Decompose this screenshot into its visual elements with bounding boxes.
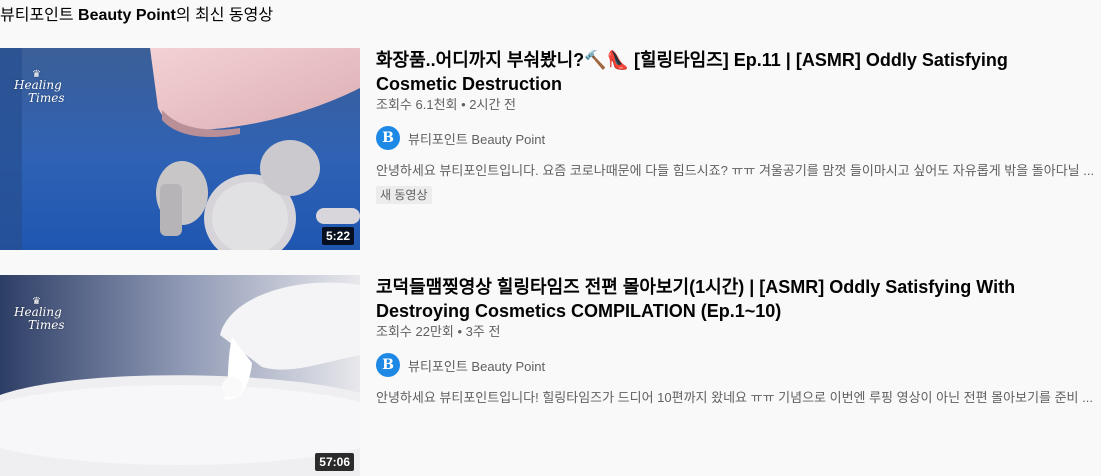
- video-duration: 5:22: [321, 227, 354, 245]
- channel-avatar[interactable]: B: [376, 126, 400, 150]
- video-thumbnail[interactable]: ♛ Healing Times 57:06: [0, 275, 360, 476]
- section-title-prefix: 뷰티포인트: [0, 7, 79, 24]
- new-video-badge: 새 동영상: [376, 186, 432, 204]
- video-duration: 57:06: [315, 453, 354, 471]
- video-meta: 코덕들맴찢영상 힐링타임즈 전편 몰아보기(1시간) | [ASMR] Oddl…: [376, 275, 1101, 407]
- channel-name[interactable]: 뷰티포인트 Beauty Point: [408, 129, 545, 148]
- channel-avatar[interactable]: B: [376, 353, 400, 377]
- channel-name[interactable]: 뷰티포인트 Beauty Point: [408, 356, 545, 375]
- channel-link[interactable]: B 뷰티포인트 Beauty Point: [376, 126, 1101, 150]
- section-title-channel: Beauty Point: [78, 7, 176, 24]
- video-title[interactable]: 코덕들맴찢영상 힐링타임즈 전편 몰아보기(1시간) | [ASMR] Oddl…: [376, 275, 1016, 323]
- video-thumbnail[interactable]: ♛ Healing Times 5:22: [0, 48, 360, 250]
- video-item: ♛ Healing Times 5:22 화장품..어디까지 부숴봤니?🔨👠 […: [0, 48, 1101, 250]
- video-meta: 화장품..어디까지 부숴봤니?🔨👠 [힐링타임즈] Ep.11 | [ASMR]…: [376, 48, 1101, 204]
- thumbnail-brand-logo: ♛ Healing Times: [14, 69, 65, 105]
- video-item: ♛ Healing Times 57:06 코덕들맴찢영상 힐링타임즈 전편 몰…: [0, 275, 1101, 476]
- thumbnail-brand-logo: ♛ Healing Times: [14, 296, 65, 332]
- video-description: 안녕하세요 뷰티포인트입니다! 힐링타임즈가 드디어 10편까지 왔네요 ㅠㅠ …: [376, 390, 1093, 405]
- video-stats: 조회수 6.1천회 • 2시간 전: [376, 97, 516, 112]
- section-title[interactable]: 뷰티포인트 Beauty Point의 최신 동영상: [0, 6, 273, 26]
- video-stats: 조회수 22만회 • 3주 전: [376, 324, 501, 339]
- section-title-suffix: 의 최신 동영상: [175, 7, 274, 24]
- video-title[interactable]: 화장품..어디까지 부숴봤니?🔨👠 [힐링타임즈] Ep.11 | [ASMR]…: [376, 48, 1016, 96]
- video-description: 안녕하세요 뷰티포인트입니다. 요즘 코로나때문에 다들 힘드시죠? ㅠㅠ 겨울…: [376, 163, 1095, 178]
- channel-link[interactable]: B 뷰티포인트 Beauty Point: [376, 353, 1101, 377]
